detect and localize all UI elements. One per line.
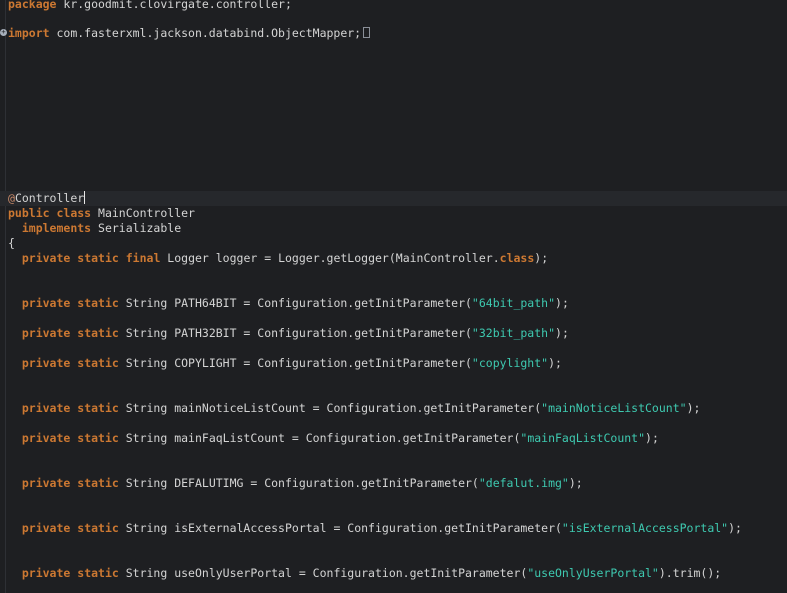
code-line-useonly[interactable]: private static String useOnlyUserPortal … <box>8 566 721 581</box>
code-text: String mainFaqListCount = Configuration.… <box>118 431 521 445</box>
code-line-import[interactable]: import com.fasterxml.jackson.databind.Ob… <box>8 26 371 41</box>
interface-name: Serializable <box>91 221 182 235</box>
code-line-implements[interactable]: implements Serializable <box>8 221 181 236</box>
keyword: private <box>21 401 71 415</box>
code-line-notice[interactable]: private static String mainNoticeListCoun… <box>8 401 701 416</box>
fold-expand-icon[interactable]: + <box>0 29 7 36</box>
keyword: public <box>8 206 50 220</box>
current-line-highlight <box>0 191 787 206</box>
gutter-divider <box>5 0 6 593</box>
keyword: class <box>499 251 535 265</box>
code-line-annotation[interactable]: @Controller <box>8 191 86 206</box>
keyword: class <box>56 206 92 220</box>
code-line-copylight[interactable]: private static String COPYLIGHT = Config… <box>8 356 562 371</box>
code-text: ); <box>555 296 569 310</box>
code-text: ); <box>555 326 569 340</box>
annotation-at: @ <box>8 191 15 205</box>
code-line-path64[interactable]: private static String PATH64BIT = Config… <box>8 296 569 311</box>
string-literal: "defalut.img" <box>478 476 569 490</box>
code-text: ); <box>686 401 701 415</box>
import-name: com.fasterxml.jackson.databind.ObjectMap… <box>49 26 362 40</box>
code-text: String PATH32BIT = Configuration.getInit… <box>118 326 472 340</box>
folded-region-icon[interactable] <box>363 27 371 38</box>
keyword: static <box>77 356 119 370</box>
package-name: kr.goodmit.clovirgate.controller; <box>56 0 292 11</box>
keyword: import <box>8 26 50 40</box>
keyword: final <box>125 251 161 265</box>
keyword: private <box>21 326 71 340</box>
code-text: String useOnlyUserPortal = Configuration… <box>118 566 528 580</box>
keyword: private <box>21 251 71 265</box>
keyword: private <box>21 521 71 535</box>
keyword: private <box>21 431 71 445</box>
keyword: static <box>77 476 119 490</box>
code-line-package[interactable]: package kr.goodmit.clovirgate.controller… <box>8 0 292 12</box>
code-text: String isExternalAccessPortal = Configur… <box>118 521 562 535</box>
code-text: ).trim(); <box>658 566 722 580</box>
text-caret <box>84 191 86 204</box>
string-literal: "64bit_path" <box>471 296 556 310</box>
keyword: static <box>77 566 119 580</box>
keyword: static <box>77 296 119 310</box>
code-text: String mainNoticeListCount = Configurati… <box>118 401 542 415</box>
code-text: ); <box>568 476 583 490</box>
code-text: ); <box>548 356 562 370</box>
keyword: static <box>77 251 119 265</box>
class-name: MainController <box>91 206 195 220</box>
brace: { <box>8 236 15 250</box>
code-line-external[interactable]: private static String isExternalAccessPo… <box>8 521 742 536</box>
code-text: ); <box>534 251 549 265</box>
keyword: private <box>21 476 71 490</box>
code-text: ); <box>645 431 659 445</box>
keyword: package <box>8 0 57 11</box>
code-text: String COPYLIGHT = Configuration.getInit… <box>118 356 472 370</box>
string-literal: "32bit_path" <box>471 326 556 340</box>
string-literal: "copylight" <box>471 356 549 370</box>
code-line-path32[interactable]: private static String PATH32BIT = Config… <box>8 326 569 341</box>
code-text: String PATH64BIT = Configuration.getInit… <box>118 296 472 310</box>
keyword: static <box>77 521 119 535</box>
code-text: ); <box>728 521 742 535</box>
string-literal: "mainNoticeListCount" <box>541 401 687 415</box>
code-line-class-decl[interactable]: public class MainController <box>8 206 195 221</box>
keyword: private <box>21 296 71 310</box>
keyword: static <box>77 431 119 445</box>
keyword: private <box>21 566 71 580</box>
code-line-img[interactable]: private static String DEFALUTIMG = Confi… <box>8 476 583 491</box>
keyword: static <box>77 326 119 340</box>
string-literal: "mainFaqListCount" <box>520 431 646 445</box>
code-editor[interactable]: package kr.goodmit.clovirgate.controller… <box>0 0 787 593</box>
string-literal: "useOnlyUserPortal" <box>527 566 659 580</box>
annotation-name: Controller <box>14 191 85 205</box>
code-line-logger[interactable]: private static final Logger logger = Log… <box>8 251 548 266</box>
code-line-faq[interactable]: private static String mainFaqListCount =… <box>8 431 659 446</box>
code-text: String DEFALUTIMG = Configuration.getIni… <box>118 476 479 490</box>
keyword: static <box>77 401 119 415</box>
keyword: private <box>21 356 71 370</box>
code-text: Logger logger = Logger.getLogger(MainCon… <box>160 251 500 265</box>
string-literal: "isExternalAccessPortal" <box>561 521 729 535</box>
keyword: implements <box>21 221 92 235</box>
code-line-open-brace[interactable]: { <box>8 236 15 251</box>
